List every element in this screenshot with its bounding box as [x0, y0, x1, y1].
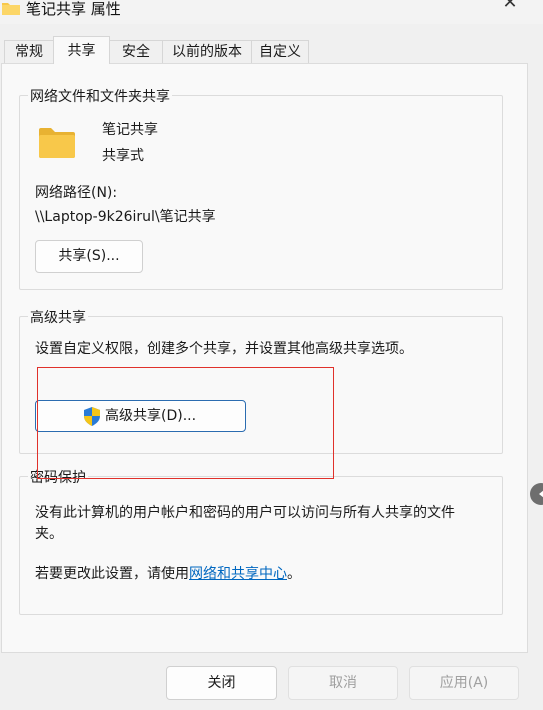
tab-general[interactable]: 常规	[4, 40, 54, 63]
shared-folder-icon	[39, 128, 75, 158]
share-button[interactable]: 共享(S)...	[35, 240, 143, 273]
cancel-button[interactable]: 取消	[288, 666, 398, 700]
network-sharing-legend: 网络文件和文件夹共享	[28, 86, 172, 106]
folder-icon	[2, 3, 20, 15]
network-path-value: \\Laptop-9k26irul\笔记共享	[35, 209, 216, 225]
password-protection-description: 没有此计算机的用户帐户和密码的用户可以访问与所有人共享的文件	[35, 505, 455, 521]
network-path-label: 网络路径(N):	[35, 185, 118, 201]
tab-customize[interactable]: 自定义	[251, 40, 309, 63]
tab-previous-versions[interactable]: 以前的版本	[162, 40, 252, 63]
tab-strip: 常规 共享 安全 以前的版本 自定义	[0, 36, 543, 64]
title-bar: 笔记共享 属性 ✕	[0, 0, 543, 24]
tab-security[interactable]: 安全	[109, 40, 163, 63]
change-setting-text: 若要更改此设置，请使用网络和共享中心。	[35, 563, 301, 583]
advanced-sharing-legend: 高级共享	[28, 307, 88, 327]
change-setting-prefix: 若要更改此设置，请使用	[35, 566, 189, 582]
advanced-sharing-button[interactable]: 高级共享(D)...	[35, 400, 246, 432]
password-protection-group	[19, 476, 503, 615]
uac-shield-icon	[84, 407, 100, 426]
folder-name: 笔记共享	[102, 122, 158, 138]
close-window-button[interactable]: ✕	[496, 0, 524, 20]
password-protection-description-cont: 夹。	[35, 526, 63, 542]
collapse-handle-icon[interactable]	[527, 482, 543, 506]
tab-sharing[interactable]: 共享	[53, 36, 110, 64]
folder-share-status: 共享式	[102, 148, 144, 164]
password-protection-legend: 密码保护	[28, 467, 88, 487]
network-sharing-center-link[interactable]: 网络和共享中心	[189, 566, 287, 582]
window-title: 笔记共享 属性	[26, 0, 121, 18]
close-button[interactable]: 关闭	[166, 666, 277, 700]
apply-button[interactable]: 应用(A)	[409, 666, 519, 700]
advanced-sharing-button-label: 高级共享(D)...	[105, 408, 197, 424]
change-setting-period: 。	[287, 566, 301, 582]
advanced-sharing-description: 设置自定义权限，创建多个共享，并设置其他高级共享选项。	[35, 341, 413, 357]
advanced-sharing-group	[19, 316, 503, 454]
